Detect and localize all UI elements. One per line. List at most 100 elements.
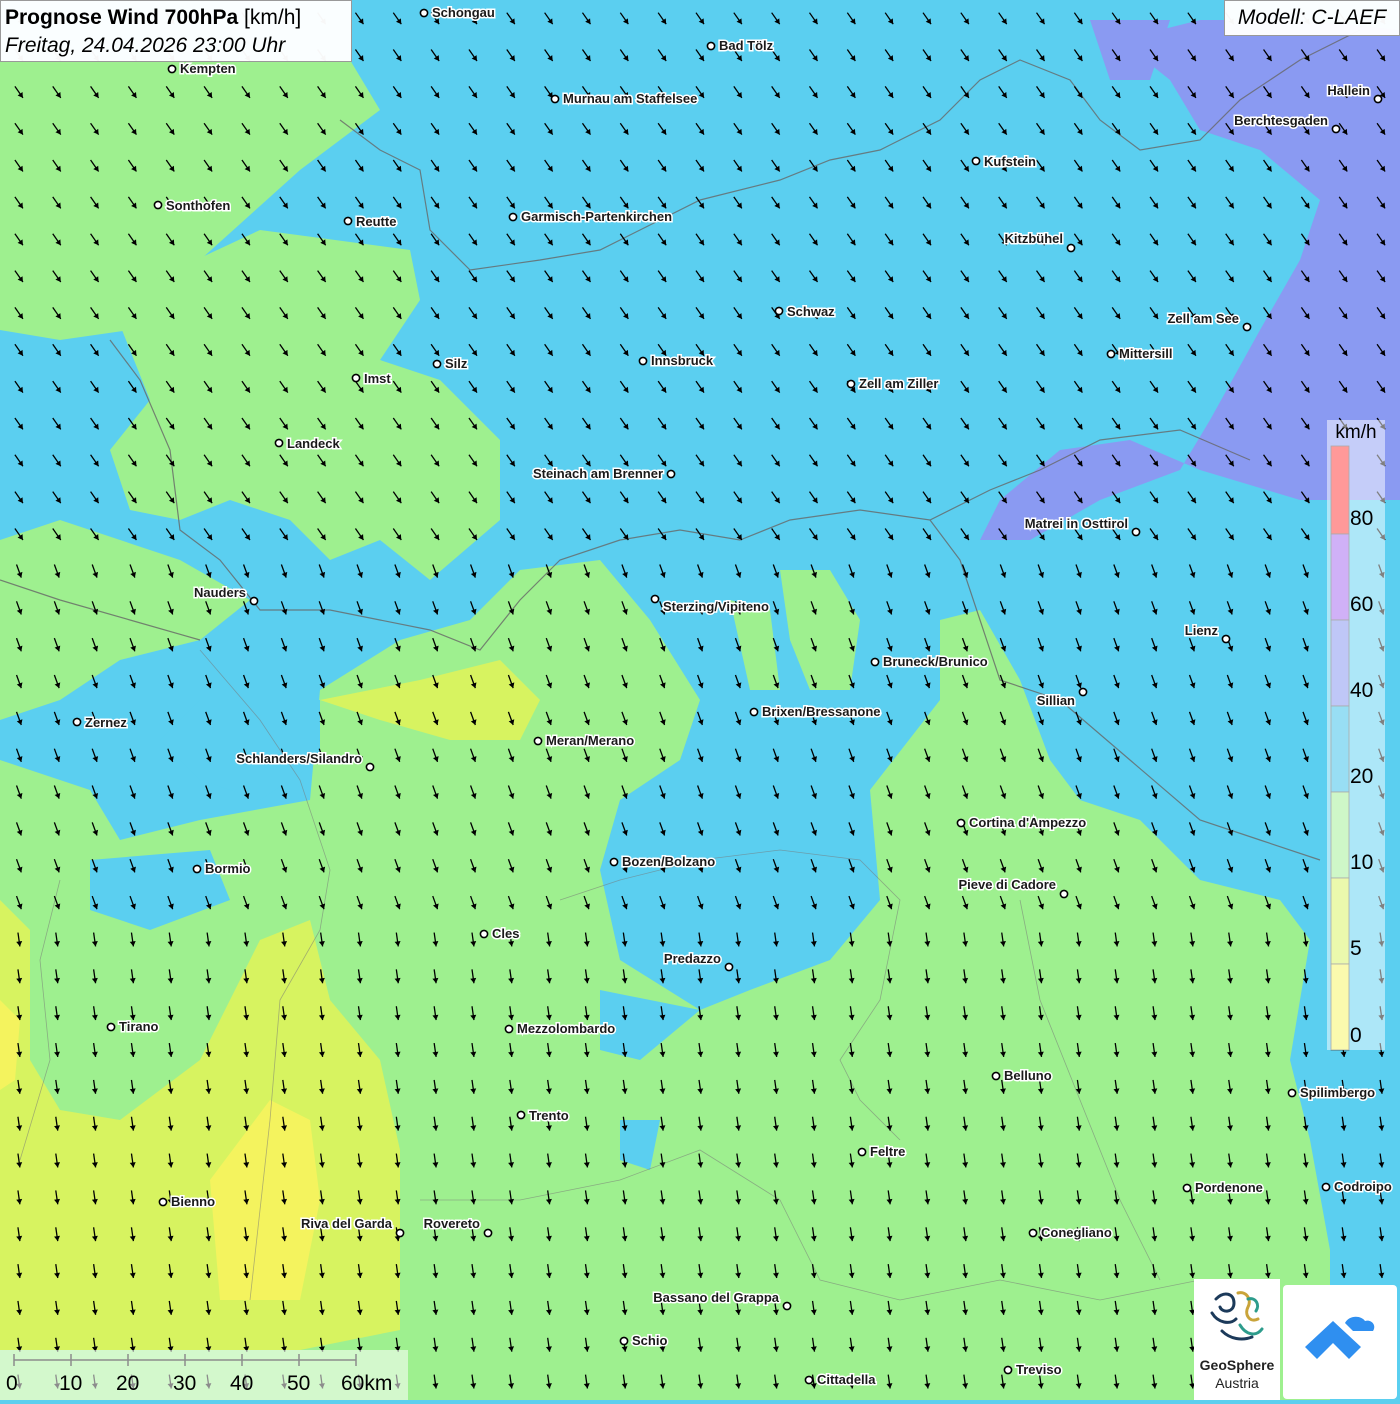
- city-label: Reutte: [356, 214, 396, 229]
- map-title-unit: [km/h]: [244, 6, 302, 29]
- city-dot: [1373, 94, 1383, 104]
- model-label: Modell: C-LAEF: [1224, 0, 1400, 36]
- city-dot: [749, 707, 759, 717]
- city-label: Landeck: [287, 436, 341, 451]
- city-dot: [508, 212, 518, 222]
- scale-bar: 0 10 20 30 40 50 60km: [0, 1350, 408, 1400]
- legend-tick-40: 40: [1350, 679, 1374, 702]
- city-dot: [153, 200, 163, 210]
- city-label: Bassano del Grappa: [653, 1290, 779, 1305]
- city-dot: [343, 216, 353, 226]
- city-label: Cortina d'Ampezzo: [969, 815, 1086, 830]
- city-label: Innsbruck: [651, 353, 714, 368]
- city-dot: [724, 962, 734, 972]
- city-dot: [533, 736, 543, 746]
- legend-tick-20: 20: [1350, 765, 1374, 788]
- city-dot: [1321, 1182, 1331, 1192]
- city-label: Treviso: [1016, 1362, 1062, 1377]
- scale-label-40: 40: [230, 1372, 254, 1395]
- city-label: Predazzo: [664, 951, 721, 966]
- wind-forecast-map[interactable]: Schongau Bad Tölz Kempten Murnau am Staffel…: [0, 0, 1400, 1400]
- map-forecast-time: Freitag, 24.04.2026 23:00 Uhr: [5, 34, 286, 57]
- city-label: Lienz: [1185, 623, 1219, 638]
- geosphere-logo[interactable]: GeoSphere Austria: [1194, 1279, 1280, 1400]
- city-label: Berchtesgaden: [1234, 113, 1328, 128]
- city-dot: [158, 1197, 168, 1207]
- scale-label-60km: 60km: [341, 1372, 393, 1395]
- city-dot: [706, 41, 716, 51]
- scale-label-50: 50: [287, 1372, 311, 1395]
- city-label: Bienno: [171, 1194, 215, 1209]
- city-dot: [971, 156, 981, 166]
- city-dot: [365, 762, 375, 772]
- city-label: Steinach am Brenner: [533, 466, 663, 481]
- city-label: Mezzolombardo: [517, 1021, 615, 1036]
- scale-label-30: 30: [173, 1372, 197, 1395]
- city-label: Zernez: [85, 715, 127, 730]
- legend-tick-80: 80: [1350, 507, 1374, 530]
- scale-label-10: 10: [59, 1372, 83, 1395]
- city-dot: [1287, 1088, 1297, 1098]
- city-dot: [666, 469, 676, 479]
- legend-unit: km/h: [1335, 422, 1377, 443]
- city-label: Murnau am Staffelsee: [563, 91, 697, 106]
- city-dot: [351, 373, 361, 383]
- city-dot: [1131, 527, 1141, 537]
- legend-tick-5: 5: [1350, 937, 1362, 960]
- app-chevron-icon: [1305, 1316, 1375, 1359]
- city-label: Spilimbergo: [1300, 1085, 1375, 1100]
- city-dot: [1182, 1183, 1192, 1193]
- city-dot: [1078, 687, 1088, 697]
- city-label: Nauders: [194, 585, 246, 600]
- city-label: Kitzbühel: [1005, 231, 1064, 246]
- city-dot: [991, 1071, 1001, 1081]
- map-title-box: Prognose Wind 700hPa [km/h] Freitag, 24.…: [0, 0, 352, 62]
- city-label: Schio: [632, 1333, 667, 1348]
- map-title: Prognose Wind 700hPa [km/h]: [5, 4, 347, 32]
- city-dot: [274, 438, 284, 448]
- city-label: Bad Tölz: [719, 38, 774, 53]
- legend-tick-0: 0: [1350, 1024, 1362, 1047]
- geosphere-sub: Austria: [1215, 1375, 1259, 1391]
- city-label: Garmisch-Partenkirchen: [521, 209, 672, 224]
- city-dot: [1331, 124, 1341, 134]
- city-label: Sonthofen: [166, 198, 230, 213]
- city-dot: [846, 379, 856, 389]
- city-dot: [72, 717, 82, 727]
- city-label: Meran/Merano: [546, 733, 634, 748]
- city-dot: [167, 64, 177, 74]
- city-label: Matrei in Osttirol: [1025, 516, 1128, 531]
- city-dot: [1221, 634, 1231, 644]
- city-dot: [1003, 1365, 1013, 1375]
- city-label: Kufstein: [984, 154, 1036, 169]
- city-dot: [956, 818, 966, 828]
- city-dot: [870, 657, 880, 667]
- city-label: Cles: [492, 926, 519, 941]
- app-logo[interactable]: [1283, 1285, 1397, 1399]
- city-label: Rovereto: [424, 1216, 480, 1231]
- city-label: Schwaz: [787, 304, 835, 319]
- scale-label-20: 20: [116, 1372, 140, 1395]
- city-label: Schongau: [432, 5, 495, 20]
- city-dot: [1028, 1228, 1038, 1238]
- city-dot: [1066, 243, 1076, 253]
- city-dot: [106, 1022, 116, 1032]
- city-label: Trento: [529, 1108, 569, 1123]
- city-dot: [504, 1024, 514, 1034]
- city-label: Bozen/Bolzano: [622, 854, 715, 869]
- city-dot: [774, 306, 784, 316]
- city-dot: [249, 596, 259, 606]
- map-title-bold: Prognose Wind 700hPa: [5, 6, 239, 29]
- city-label: Kempten: [180, 61, 236, 76]
- city-label: Hallein: [1327, 83, 1370, 98]
- city-label: Bruneck/Brunico: [883, 654, 988, 669]
- city-label: Silz: [445, 356, 468, 371]
- city-dot: [609, 857, 619, 867]
- city-label: Belluno: [1004, 1068, 1052, 1083]
- geosphere-swirl-icon: [1210, 1291, 1264, 1341]
- city-dot: [395, 1228, 405, 1238]
- city-dot: [483, 1228, 493, 1238]
- city-dot: [857, 1147, 867, 1157]
- city-label: Brixen/Bressanone: [762, 704, 881, 719]
- city-label: Riva del Garda: [301, 1216, 393, 1231]
